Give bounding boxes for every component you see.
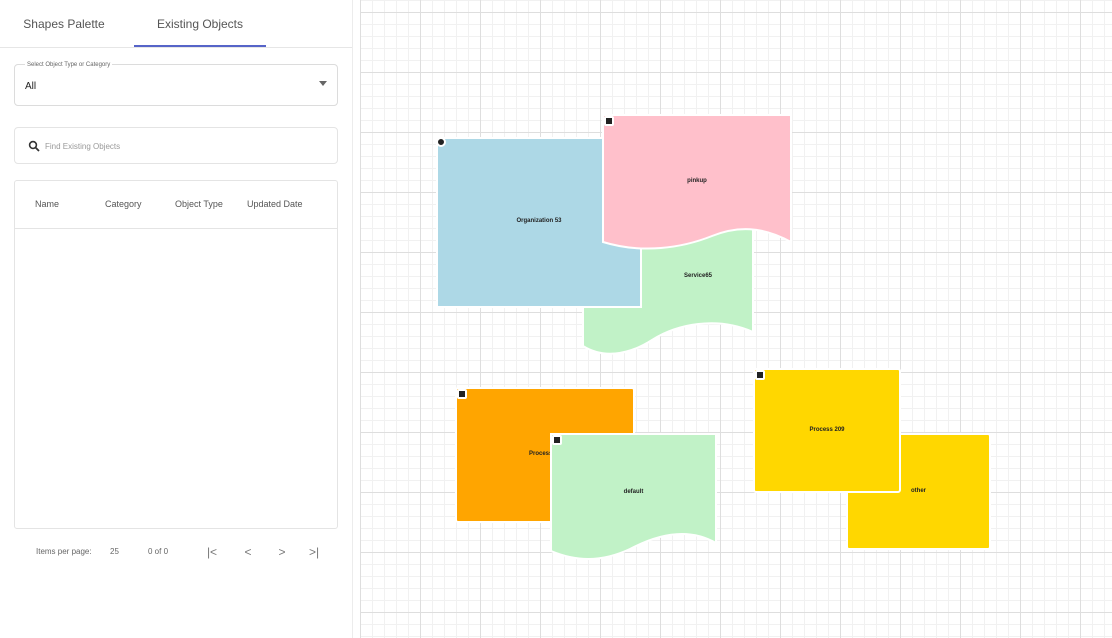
document-shape [550, 433, 717, 560]
process-icon [457, 389, 467, 399]
shape-green-document[interactable]: default [550, 433, 717, 563]
panel-divider [352, 0, 353, 638]
shape-label: default [623, 489, 644, 495]
process-icon [755, 370, 765, 380]
tab-shapes-palette[interactable]: Shapes Palette [0, 0, 128, 48]
last-page-button[interactable]: >| [304, 542, 324, 562]
column-header-updated-date[interactable]: Updated Date [247, 199, 303, 209]
shape-label: pinkup [687, 178, 707, 184]
search-input[interactable] [45, 137, 325, 155]
object-type-select[interactable]: Select Object Type or Category All [14, 59, 338, 106]
document-icon [604, 116, 614, 126]
previous-page-button[interactable]: < [238, 542, 258, 562]
page-size-select[interactable]: 25 [110, 547, 119, 556]
column-header-category[interactable]: Category [105, 199, 142, 209]
document-shape [602, 114, 792, 250]
chevron-down-icon [319, 81, 327, 86]
document-icon [552, 435, 562, 445]
next-page-button[interactable]: > [272, 542, 292, 562]
existing-objects-panel: Shapes Palette Existing Objects Select O… [0, 0, 352, 638]
column-header-name[interactable]: Name [35, 199, 59, 209]
shape-yellow-process[interactable]: Process 209 [753, 368, 901, 493]
page-range-label: 0 of 0 [148, 547, 169, 556]
organization-icon [436, 137, 446, 147]
paginator: Items per page: 25 0 of 0 |< < > >| [14, 540, 338, 564]
shape-pink-document[interactable]: pinkup [602, 114, 792, 256]
green-doc-fill [550, 433, 717, 560]
table-header: Name Category Object Type Updated Date [15, 181, 337, 229]
object-type-select-value: All [25, 81, 37, 92]
tab-existing-objects[interactable]: Existing Objects [134, 0, 266, 48]
object-type-select-label: Select Object Type or Category [25, 59, 113, 71]
column-header-object-type[interactable]: Object Type [175, 199, 223, 209]
active-tab-indicator [134, 45, 266, 47]
panel-tabs: Shapes Palette Existing Objects [0, 0, 352, 48]
objects-table: Name Category Object Type Updated Date [14, 180, 338, 529]
diagram-canvas[interactable]: Service65 Organization 53 pinkup Process… [360, 0, 1112, 638]
first-page-button[interactable]: |< [202, 542, 222, 562]
search-icon [28, 140, 40, 152]
shape-label: Process 209 [809, 427, 845, 433]
search-box [14, 127, 338, 164]
items-per-page-label: Items per page: [36, 547, 92, 556]
